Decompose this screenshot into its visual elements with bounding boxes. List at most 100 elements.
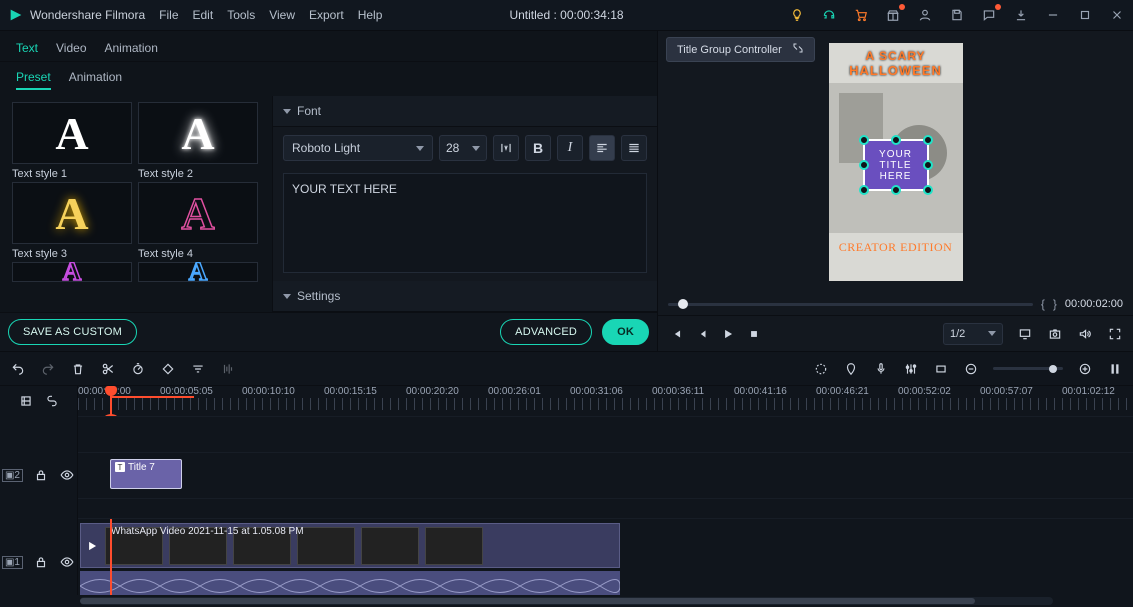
prev-frame-button[interactable] [668, 326, 684, 342]
title-edit-box[interactable]: YOUR TITLE HERE [863, 139, 929, 191]
resize-handle[interactable] [859, 160, 869, 170]
zoom-in-icon[interactable] [1077, 361, 1093, 377]
menu-help[interactable]: Help [358, 8, 383, 22]
preset-item[interactable]: A Text style 1 [12, 102, 132, 180]
resize-handle[interactable] [923, 135, 933, 145]
playhead-line[interactable] [110, 518, 112, 595]
tab-text[interactable]: Text [16, 41, 38, 55]
preview-zoom-select[interactable]: 1/2 [943, 323, 1003, 345]
save-icon[interactable] [949, 7, 965, 23]
scrollbar-thumb[interactable] [80, 598, 975, 604]
font-section[interactable]: Font [273, 96, 657, 127]
eye-icon[interactable] [59, 467, 75, 483]
preset-item[interactable]: A Text style 4 [138, 182, 258, 260]
render-icon[interactable] [813, 361, 829, 377]
window-maximize-icon[interactable] [1077, 7, 1093, 23]
play-button[interactable] [720, 326, 736, 342]
zoom-out-icon[interactable] [963, 361, 979, 377]
tips-icon[interactable] [789, 7, 805, 23]
settings-section[interactable]: Settings [273, 281, 657, 312]
save-as-custom-button[interactable]: SAVE AS CUSTOM [8, 319, 137, 345]
redo-button[interactable] [40, 361, 56, 377]
window-minimize-icon[interactable] [1045, 7, 1061, 23]
font-size-input[interactable]: 28 [439, 135, 487, 161]
h-scrollbar[interactable] [80, 597, 1053, 605]
split-button[interactable] [100, 361, 116, 377]
menu-tools[interactable]: Tools [227, 8, 255, 22]
align-left-button[interactable] [589, 135, 615, 161]
time-ruler[interactable]: 00:00:00:0000:00:05:0500:00:10:1000:00:1… [78, 386, 1133, 416]
resize-handle[interactable] [923, 160, 933, 170]
preview-canvas[interactable]: A SCARY HALLOWEEN YOUR TITLE HERE [829, 43, 963, 281]
voiceover-icon[interactable] [873, 361, 889, 377]
menu-file[interactable]: File [159, 8, 178, 22]
track-manage-icon[interactable] [18, 393, 34, 409]
audio-waveform[interactable] [80, 571, 620, 595]
resize-handle[interactable] [891, 185, 901, 195]
video-clip[interactable]: WhatsApp Video 2021-11-15 at 1.05.08 PM [80, 523, 620, 568]
track-toggle-icon[interactable]: ▣1 [2, 556, 23, 569]
speed-button[interactable] [130, 361, 146, 377]
preview-viewer[interactable]: A SCARY HALLOWEEN YOUR TITLE HERE [658, 31, 1133, 293]
playhead[interactable] [110, 386, 112, 416]
track-area[interactable]: WhatsApp Video 2021-11-15 at 1.05.08 PM [78, 518, 1133, 595]
audio-tune-button[interactable] [220, 361, 236, 377]
scrub-track[interactable] [668, 303, 1033, 306]
ok-button[interactable]: OK [602, 319, 649, 345]
headset-icon[interactable] [821, 7, 837, 23]
snapshot-icon[interactable] [1047, 326, 1063, 342]
tab-animation[interactable]: Animation [105, 41, 158, 55]
stop-button[interactable] [746, 326, 762, 342]
filters-button[interactable] [190, 361, 206, 377]
keyframe-button[interactable] [160, 361, 176, 377]
bold-button[interactable]: B [525, 135, 551, 161]
resize-handle[interactable] [859, 135, 869, 145]
marker-icon[interactable] [843, 361, 859, 377]
link-icon[interactable] [44, 393, 60, 409]
title-group-controller[interactable]: Title Group Controller [666, 37, 815, 62]
title-clip[interactable]: T Title 7 [110, 459, 182, 489]
resize-handle[interactable] [891, 135, 901, 145]
menu-export[interactable]: Export [309, 8, 344, 22]
preset-item[interactable]: A Text style 3 [12, 182, 132, 260]
scrub-knob[interactable] [678, 299, 688, 309]
preset-item[interactable]: A [12, 262, 132, 282]
menu-edit[interactable]: Edit [193, 8, 214, 22]
message-icon[interactable] [981, 7, 997, 23]
lock-icon[interactable] [33, 554, 49, 570]
fullscreen-icon[interactable] [1107, 326, 1123, 342]
mark-out-icon[interactable]: } [1053, 297, 1057, 311]
lock-icon[interactable] [33, 467, 49, 483]
zoom-slider-knob[interactable] [1049, 365, 1057, 373]
zoom-slider[interactable] [993, 367, 1063, 370]
resize-handle[interactable] [923, 185, 933, 195]
timeline-settings-icon[interactable] [1107, 361, 1123, 377]
display-icon[interactable] [1017, 326, 1033, 342]
step-back-button[interactable] [694, 326, 710, 342]
account-icon[interactable] [917, 7, 933, 23]
text-input[interactable]: YOUR TEXT HERE [283, 173, 647, 273]
advanced-button[interactable]: ADVANCED [500, 319, 592, 345]
gift-icon[interactable] [885, 7, 901, 23]
subtab-preset[interactable]: Preset [16, 70, 51, 90]
align-justify-button[interactable] [621, 135, 647, 161]
mark-in-icon[interactable]: { [1041, 297, 1045, 311]
letter-spacing-button[interactable] [493, 135, 519, 161]
subtab-animation[interactable]: Animation [69, 70, 122, 90]
crop-icon[interactable] [933, 361, 949, 377]
preset-item[interactable]: A Text style 2 [138, 102, 258, 180]
track-area[interactable]: T Title 7 [78, 452, 1133, 498]
mixer-icon[interactable] [903, 361, 919, 377]
preset-item[interactable]: A [138, 262, 258, 282]
download-icon[interactable] [1013, 7, 1029, 23]
track-toggle-icon[interactable]: ▣2 [2, 469, 23, 482]
volume-icon[interactable] [1077, 326, 1093, 342]
menu-view[interactable]: View [269, 8, 295, 22]
italic-button[interactable]: I [557, 135, 583, 161]
tab-video[interactable]: Video [56, 41, 86, 55]
resize-handle[interactable] [859, 185, 869, 195]
cart-icon[interactable] [853, 7, 869, 23]
font-family-select[interactable]: Roboto Light [283, 135, 433, 161]
delete-button[interactable] [70, 361, 86, 377]
window-close-icon[interactable] [1109, 7, 1125, 23]
